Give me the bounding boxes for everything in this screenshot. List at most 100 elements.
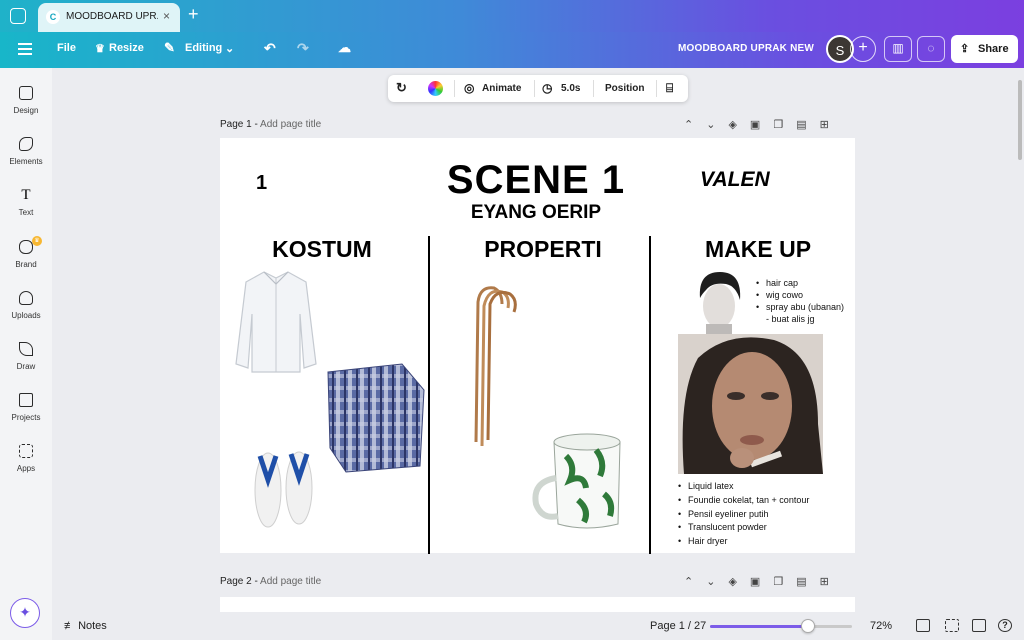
list-item: Liquid latex <box>678 480 809 494</box>
slide-page[interactable]: 1 SCENE 1 EYANG OERIP VALEN KOSTUM PROPE… <box>220 138 855 554</box>
redo-icon[interactable]: ↷ <box>297 40 309 57</box>
add-page-icon[interactable]: ⊞ <box>820 119 842 131</box>
menu-icon[interactable] <box>18 43 32 55</box>
sidebar-item-brand[interactable]: ♛ Brand <box>0 236 52 269</box>
sidebar-item-draw[interactable]: Draw <box>0 342 52 371</box>
separator <box>534 80 535 97</box>
zoom-level[interactable]: 72% <box>870 620 892 632</box>
duplicate-icon[interactable]: ❐ <box>773 119 796 131</box>
chevron-up-icon[interactable]: ⌃ <box>684 576 706 588</box>
browser-tab[interactable]: C MOODBOARD UPR... × <box>38 3 180 32</box>
walking-canes-image[interactable] <box>468 282 522 450</box>
home-icon[interactable] <box>10 8 26 24</box>
trash-icon[interactable]: ▤ <box>796 119 819 131</box>
thumbnail-view-icon[interactable] <box>945 619 959 632</box>
page-title-placeholder[interactable]: Add page title <box>260 576 321 587</box>
actor-name: VALEN <box>700 168 770 191</box>
enamel-mug-image[interactable] <box>526 420 634 532</box>
column-heading-kostum: KOSTUM <box>272 236 372 262</box>
chevron-down-icon[interactable]: ⌄ <box>225 42 234 55</box>
sidebar-item-text[interactable]: T Text <box>0 187 52 218</box>
page-2-label[interactable]: Page 2 - Add page title <box>220 576 321 587</box>
add-page-icon[interactable]: ⊞ <box>820 576 842 588</box>
crown-icon: ♛ <box>95 43 105 55</box>
list-item: hair cap <box>756 277 844 289</box>
lock-icon[interactable]: ▣ <box>750 119 773 131</box>
white-shirt-image[interactable] <box>234 268 318 376</box>
uploads-icon <box>19 291 33 305</box>
refresh-icon[interactable]: ↻ <box>396 80 407 96</box>
notes-button[interactable]: ≢ Notes <box>64 620 107 632</box>
hide-icon[interactable]: ◈ <box>728 576 749 588</box>
bottom-bar: ≢ Notes Page 1 / 27 72% ? <box>52 612 1024 640</box>
share-icon: ⇪ <box>960 43 970 55</box>
grid-view-icon[interactable] <box>916 619 930 632</box>
hide-icon[interactable]: ◈ <box>728 119 749 131</box>
slide-page-2[interactable] <box>220 597 855 612</box>
context-toolbar: ↻ ◎ Animate ◷ 5.0s Position ⌸ <box>388 75 688 102</box>
sidebar-item-apps[interactable]: Apps <box>0 444 52 473</box>
comment-icon[interactable]: ◌ <box>917 36 945 62</box>
design-title[interactable]: MOODBOARD UPRAK NEW <box>678 43 814 54</box>
zoom-slider-handle[interactable] <box>800 619 815 633</box>
pencil-icon: ✎ <box>164 40 175 55</box>
clock-icon: ◷ <box>542 81 553 95</box>
help-icon[interactable]: ? <box>998 619 1012 632</box>
trash-icon[interactable]: ▤ <box>796 576 819 588</box>
chevron-down-icon[interactable]: ⌄ <box>706 119 728 131</box>
scene-title: SCENE 1 <box>446 158 626 202</box>
animate-button[interactable]: Animate <box>482 83 521 94</box>
page-1-label[interactable]: Page 1 - Add page title <box>220 119 321 130</box>
position-button[interactable]: Position <box>605 83 644 94</box>
chevron-up-icon[interactable]: ⌃ <box>684 119 706 131</box>
wig-model-image[interactable] <box>692 268 746 334</box>
makeup-list-top: hair cap wig cowo spray abu (ubanan) - b… <box>756 277 844 325</box>
resize-button[interactable]: Resize <box>109 42 144 54</box>
list-item: Foundie cokelat, tan + contour <box>678 494 809 508</box>
page-label-text: Page 1 - <box>220 119 258 130</box>
sidebar-item-label: Design <box>13 106 39 115</box>
share-button[interactable]: ⇪ Share <box>951 35 1018 63</box>
sidebar-item-label: Brand <box>15 260 37 269</box>
page-indicator[interactable]: Page 1 / 27 <box>650 620 706 632</box>
sandals-image[interactable] <box>252 450 316 530</box>
fullscreen-icon[interactable] <box>972 619 986 632</box>
duration-button[interactable]: 5.0s <box>561 83 580 94</box>
makeup-photo-image[interactable] <box>678 334 823 474</box>
add-collaborator-button[interactable]: + <box>850 36 876 62</box>
projects-icon <box>19 393 33 407</box>
sidebar: Design Elements T Text ♛ Brand Uploads D… <box>0 68 52 640</box>
editing-mode-button[interactable]: Editing <box>185 42 222 54</box>
magic-assistant-button[interactable]: ✦ <box>10 598 40 628</box>
text-icon: T <box>21 187 31 203</box>
notes-label: Notes <box>78 620 107 632</box>
color-picker-icon[interactable] <box>428 81 443 96</box>
sidebar-item-uploads[interactable]: Uploads <box>0 291 52 320</box>
chevron-down-icon[interactable]: ⌄ <box>706 576 728 588</box>
page-title-placeholder[interactable]: Add page title <box>260 119 321 130</box>
sidebar-item-elements[interactable]: Elements <box>0 137 52 166</box>
analytics-icon[interactable]: ▥ <box>884 36 912 62</box>
draw-icon <box>19 342 33 356</box>
elements-icon <box>19 137 33 151</box>
paint-format-icon[interactable]: ⌸ <box>666 81 673 96</box>
sidebar-item-projects[interactable]: Projects <box>0 393 52 422</box>
lock-icon[interactable]: ▣ <box>750 576 773 588</box>
makeup-list-bottom: Liquid latex Foundie cokelat, tan + cont… <box>678 480 809 549</box>
character-name: EYANG OERIP <box>470 202 602 223</box>
file-menu[interactable]: File <box>57 42 76 54</box>
separator <box>656 80 657 97</box>
undo-icon[interactable]: ↶ <box>264 40 276 57</box>
scrollbar-thumb[interactable] <box>1018 80 1022 160</box>
canvas-area[interactable]: ↻ ◎ Animate ◷ 5.0s Position ⌸ Page 1 - A… <box>52 68 1016 612</box>
animate-icon: ◎ <box>464 81 475 95</box>
duplicate-icon[interactable]: ❐ <box>773 576 796 588</box>
tab-close-icon[interactable]: × <box>163 9 170 23</box>
notes-icon: ≢ <box>64 620 79 632</box>
sidebar-item-design[interactable]: Design <box>0 86 52 115</box>
zoom-slider[interactable] <box>710 625 852 628</box>
sarong-image[interactable] <box>324 362 428 474</box>
new-tab-button[interactable]: + <box>188 4 199 25</box>
vertical-scrollbar[interactable] <box>1016 68 1024 612</box>
cloud-sync-icon[interactable]: ☁ <box>338 40 351 56</box>
